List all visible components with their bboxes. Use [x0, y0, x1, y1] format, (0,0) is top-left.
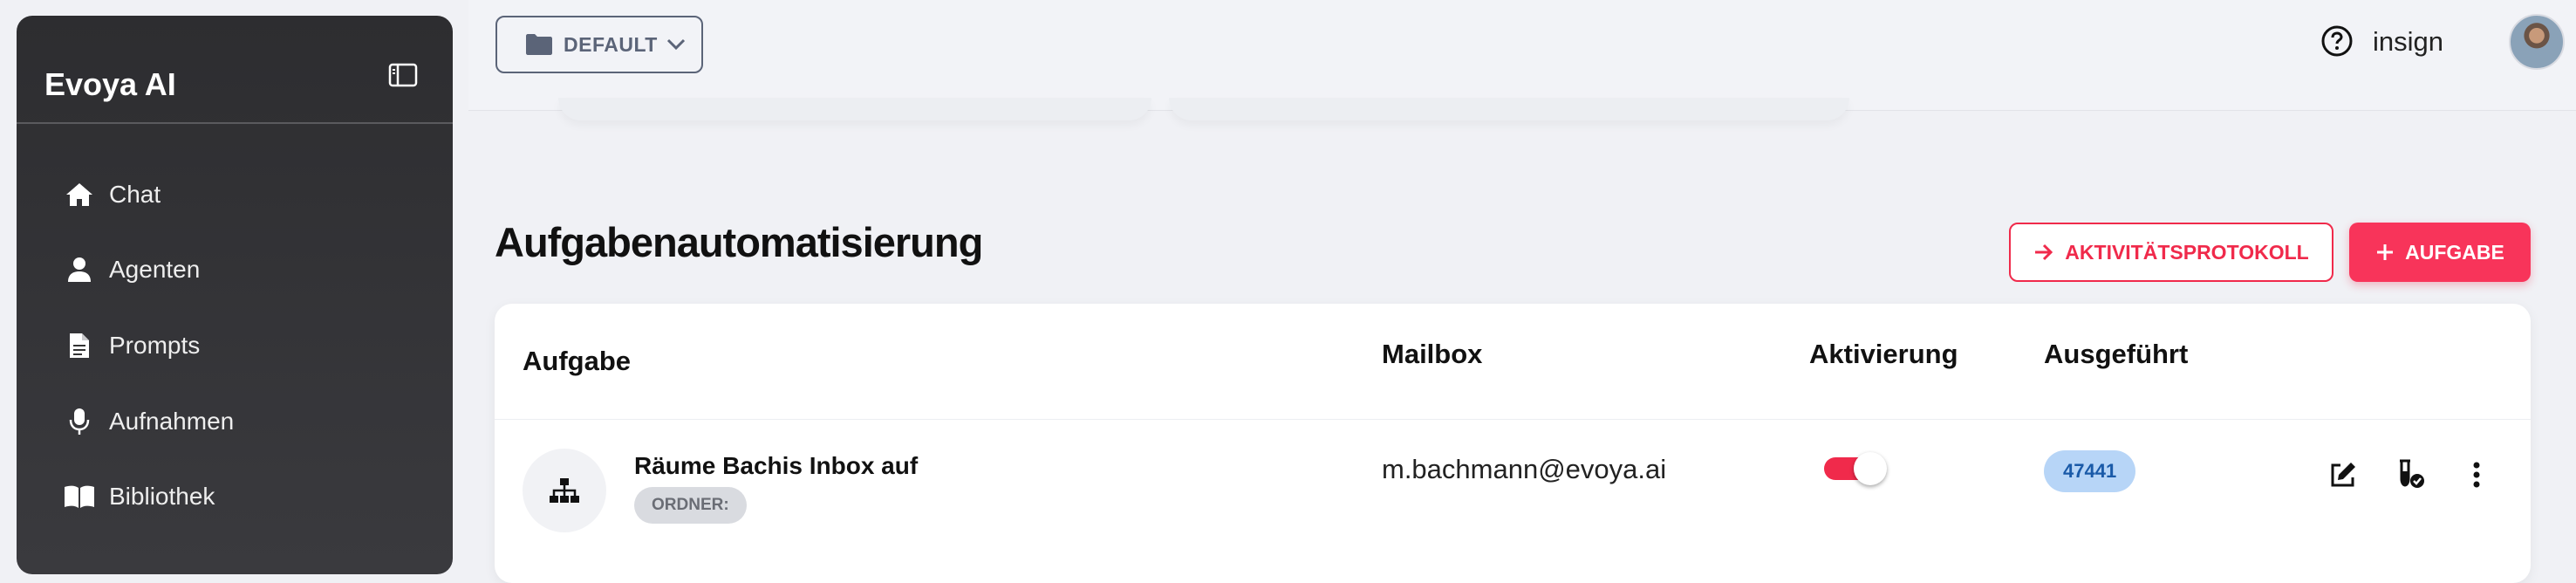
arrow-right-icon — [2035, 243, 2053, 261]
workspace-selector[interactable]: DEFAULT — [495, 16, 703, 73]
collapsed-panel — [1169, 98, 1849, 120]
column-header-activation: Aktivierung — [1809, 339, 1958, 369]
more-vertical-icon[interactable] — [2459, 457, 2494, 492]
user-name[interactable]: insign — [2373, 26, 2443, 58]
column-header-executed: Ausgeführt — [2044, 339, 2189, 369]
home-icon — [62, 182, 97, 208]
toggle-knob — [1854, 452, 1887, 485]
column-header-task: Aufgabe — [523, 346, 631, 376]
sidebar-item-label: Agenten — [109, 256, 201, 283]
workspace-label: DEFAULT — [564, 32, 658, 56]
edit-icon[interactable] — [2326, 457, 2361, 492]
microphone-icon — [62, 408, 97, 436]
book-icon — [62, 484, 97, 509]
task-name: Räume Bachis Inbox auf — [634, 452, 919, 479]
sidebar-item-chat[interactable]: Chat — [34, 164, 435, 225]
plus-icon — [2377, 244, 2394, 260]
task-table: Aufgabe Mailbox Aktivierung Ausgeführt R… — [495, 304, 2531, 583]
sidebar-item-aufnahmen[interactable]: Aufnahmen — [34, 391, 435, 452]
executed-count-badge: 47441 — [2044, 450, 2136, 492]
activation-toggle[interactable] — [1822, 450, 1889, 485]
chevron-down-icon — [666, 38, 686, 51]
sidebar-item-bibliothek[interactable]: Bibliothek — [34, 466, 435, 527]
top-bar — [468, 0, 2576, 111]
test-tube-check-icon[interactable] — [2393, 457, 2428, 492]
sidebar-item-label: Bibliothek — [109, 483, 215, 510]
add-task-label: AUFGABE — [2405, 240, 2504, 264]
mailbox-address: m.bachmann@evoya.ai — [1382, 454, 1667, 484]
folder-icon — [525, 33, 553, 56]
activity-log-button[interactable]: AKTIVITÄTSPROTOKOLL — [2009, 223, 2333, 282]
sidebar: Evoya AI Chat Agenten Prompts Aufnahmen … — [17, 16, 453, 574]
sidebar-item-prompts[interactable]: Prompts — [34, 315, 435, 376]
activity-log-label: AKTIVITÄTSPROTOKOLL — [2065, 240, 2309, 264]
page-title: Aufgabenautomatisierung — [495, 219, 983, 265]
sidebar-divider — [17, 122, 453, 124]
collapsed-panel — [558, 98, 1151, 120]
column-header-mailbox: Mailbox — [1382, 339, 1483, 369]
document-icon — [62, 333, 97, 359]
sidebar-item-label: Prompts — [109, 332, 201, 359]
brand-name: Evoya AI — [44, 66, 176, 102]
sitemap-icon — [523, 449, 606, 532]
sidebar-toggle-icon[interactable] — [387, 59, 419, 91]
avatar[interactable] — [2509, 14, 2565, 70]
folder-tag: ORDNER: — [634, 487, 747, 524]
sidebar-item-label: Chat — [109, 181, 161, 208]
add-task-button[interactable]: AUFGABE — [2349, 223, 2531, 282]
person-icon — [62, 257, 97, 283]
sidebar-item-label: Aufnahmen — [109, 408, 235, 435]
sidebar-item-agenten[interactable]: Agenten — [34, 239, 435, 300]
table-divider — [495, 419, 2531, 420]
help-icon[interactable] — [2320, 24, 2354, 58]
